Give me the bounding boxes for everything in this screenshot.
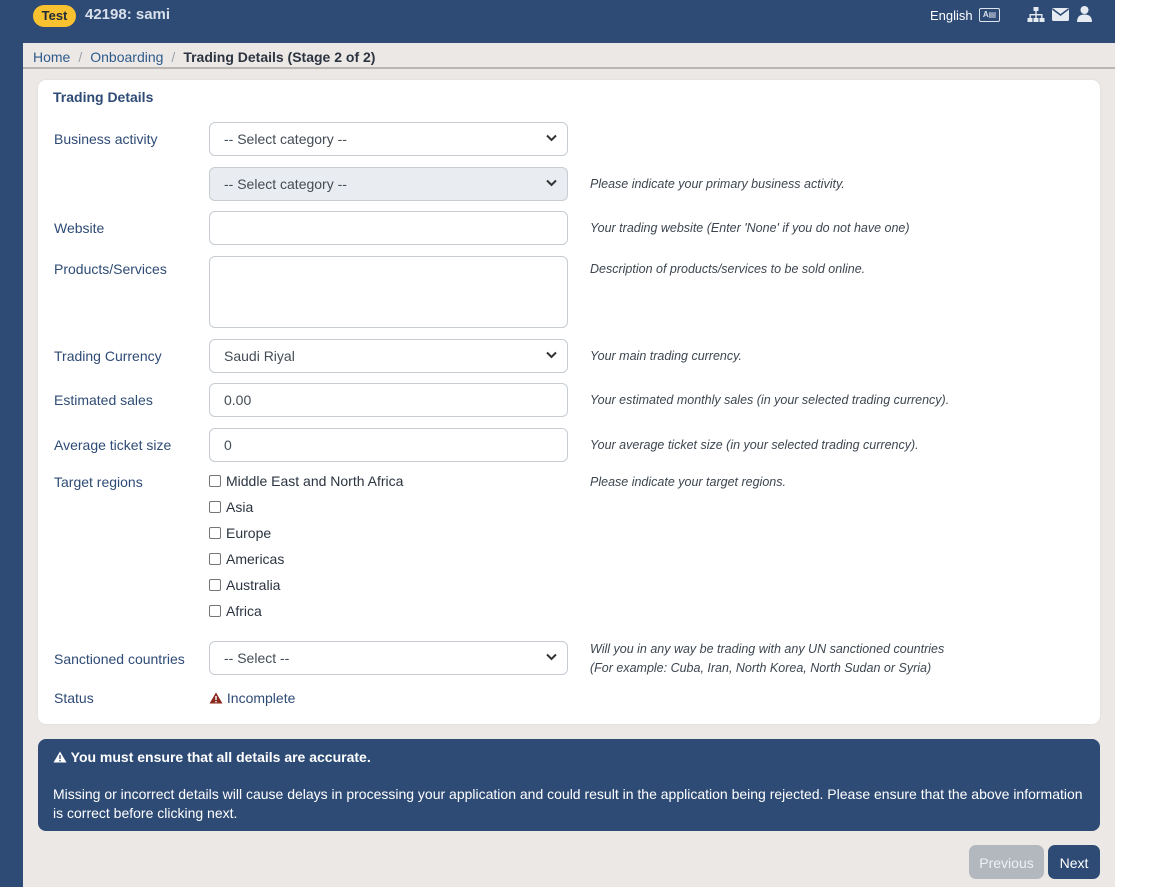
status-text: Incomplete [226, 690, 296, 706]
warning-icon [53, 751, 67, 763]
left-rail [0, 0, 23, 887]
region-option[interactable]: Middle East and North Africa [209, 473, 403, 491]
estimated-sales-hint: Your estimated monthly sales (in your se… [590, 393, 950, 407]
business-activity-hint: Please indicate your primary business ac… [590, 177, 845, 191]
sanctioned-countries-select[interactable]: -- Select -- [209, 641, 568, 675]
products-services-hint: Description of products/services to be s… [590, 262, 866, 276]
chevron-down-icon [546, 134, 557, 142]
estimated-sales-input[interactable]: 0.00 [209, 383, 568, 417]
sanctioned-countries-label: Sanctioned countries [54, 651, 185, 667]
chevron-down-icon [546, 179, 557, 187]
alert-title-text: You must ensure that all details are acc… [70, 749, 371, 765]
breadcrumb-onboarding[interactable]: Onboarding [90, 49, 163, 65]
estimated-sales-label: Estimated sales [54, 392, 153, 408]
region-checkbox[interactable] [209, 579, 221, 591]
accuracy-alert: You must ensure that all details are acc… [38, 739, 1100, 831]
products-services-textarea[interactable] [209, 256, 568, 328]
region-label: Australia [226, 577, 281, 593]
business-activity-select[interactable]: -- Select category -- [209, 122, 568, 156]
target-regions-hint: Please indicate your target regions. [590, 475, 786, 489]
envelope-icon[interactable] [1052, 8, 1069, 24]
region-checkbox[interactable] [209, 553, 221, 565]
region-option[interactable]: Australia [209, 577, 280, 595]
region-label: Africa [226, 603, 262, 619]
business-subcategory-select-value: -- Select category -- [224, 176, 347, 192]
trading-currency-select-value: Saudi Riyal [224, 348, 295, 364]
breadcrumb-separator: / [171, 49, 176, 65]
business-activity-label: Business activity [54, 131, 158, 147]
user-icon[interactable] [1077, 6, 1092, 25]
sanctioned-countries-select-value: -- Select -- [224, 650, 290, 666]
products-services-label: Products/Services [54, 261, 167, 277]
alert-body: Missing or incorrect details will cause … [53, 786, 1083, 821]
ticket-size-input[interactable]: 0 [209, 428, 568, 462]
trading-currency-hint: Your main trading currency. [590, 349, 742, 363]
environment-badge: Test [33, 5, 76, 27]
language-selector[interactable]: English [930, 8, 973, 23]
region-checkbox[interactable] [209, 527, 221, 539]
sitemap-icon[interactable] [1027, 7, 1045, 26]
status-label: Status [54, 690, 94, 706]
breadcrumb-current: Trading Details (Stage 2 of 2) [183, 49, 376, 65]
region-label: Americas [226, 551, 285, 567]
region-option[interactable]: Africa [209, 603, 262, 621]
region-checkbox[interactable] [209, 475, 221, 487]
card-title: Trading Details [53, 89, 154, 105]
website-input[interactable] [209, 211, 568, 245]
status-value: Incomplete [209, 690, 295, 706]
website-label: Website [54, 220, 105, 236]
next-button[interactable]: Next [1048, 845, 1100, 879]
sanctioned-countries-hint-line1: Will you in any way be trading with any … [590, 642, 945, 656]
region-option[interactable]: Asia [209, 499, 253, 517]
alert-title: You must ensure that all details are acc… [53, 749, 1085, 765]
merchant-title: 42198: sami [85, 6, 171, 23]
chevron-down-icon [546, 351, 557, 359]
top-navbar: Test 42198: sami English A▤ [0, 0, 1115, 43]
ticket-size-hint: Your average ticket size (in your select… [590, 438, 919, 452]
region-option[interactable]: Europe [209, 525, 271, 543]
website-hint: Your trading website (Enter 'None' if yo… [590, 221, 910, 235]
breadcrumb-separator: / [78, 49, 83, 65]
trading-currency-label: Trading Currency [54, 348, 162, 364]
warning-icon [209, 692, 223, 704]
previous-button[interactable]: Previous [969, 845, 1044, 879]
sanctioned-countries-hint-line2: (For example: Cuba, Iran, North Korea, N… [590, 661, 932, 675]
region-option[interactable]: Americas [209, 551, 284, 569]
chevron-down-icon [546, 653, 557, 661]
breadcrumb: Home / Onboarding / Trading Details (Stage 2… [23, 43, 1115, 69]
region-checkbox[interactable] [209, 501, 221, 513]
ticket-size-label: Average ticket size [54, 437, 172, 453]
region-label: Middle East and North Africa [226, 473, 404, 489]
region-label: Asia [226, 499, 254, 515]
region-label: Europe [226, 525, 272, 541]
target-regions-label: Target regions [54, 474, 143, 490]
breadcrumb-home[interactable]: Home [33, 49, 70, 65]
trading-details-card: Trading Details Business activity -- Sel… [38, 80, 1100, 724]
language-id-card-icon[interactable]: A▤ [979, 8, 1000, 22]
region-checkbox[interactable] [209, 605, 221, 617]
business-activity-select-value: -- Select category -- [224, 131, 347, 147]
trading-currency-select[interactable]: Saudi Riyal [209, 339, 568, 373]
business-subcategory-select[interactable]: -- Select category -- [209, 167, 568, 201]
